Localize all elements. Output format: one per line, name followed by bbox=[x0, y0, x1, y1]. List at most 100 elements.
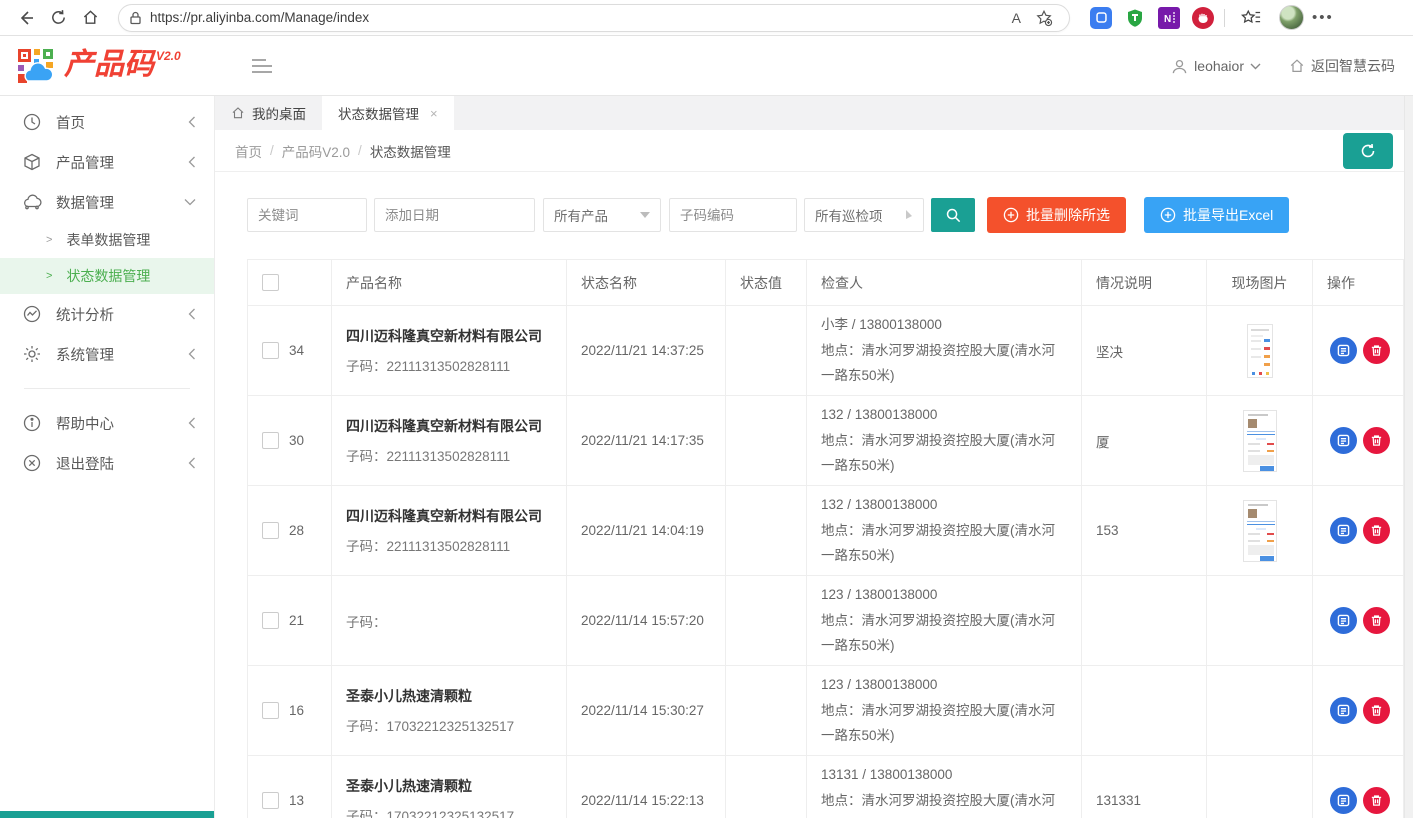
read-aloud-icon[interactable]: A bbox=[1012, 10, 1021, 26]
sidebar-item-help[interactable]: 帮助中心 bbox=[0, 403, 214, 443]
status-value bbox=[726, 756, 807, 818]
inspection-select[interactable]: 所有巡检项 bbox=[804, 198, 924, 232]
delete-row-button[interactable] bbox=[1363, 697, 1390, 724]
delete-row-button[interactable] bbox=[1363, 607, 1390, 634]
product-name: 圣泰小儿热速清颗粒 bbox=[346, 686, 514, 706]
subcode-input[interactable] bbox=[669, 198, 797, 232]
sidebar-item-logout[interactable]: 退出登陆 bbox=[0, 443, 214, 483]
product-name: 四川迈科隆真空新材料有限公司 bbox=[346, 416, 542, 436]
chevron-down-icon bbox=[184, 198, 196, 206]
return-cloud-link[interactable]: 返回智慧云码 bbox=[1289, 56, 1395, 76]
profile-avatar[interactable] bbox=[1279, 5, 1304, 30]
trash-icon bbox=[1370, 434, 1383, 447]
sidebar-divider bbox=[24, 388, 190, 389]
view-detail-button[interactable] bbox=[1330, 787, 1357, 814]
row-id: 28 bbox=[289, 523, 304, 538]
search-icon bbox=[945, 207, 962, 224]
trash-icon bbox=[1370, 614, 1383, 627]
close-tab-icon[interactable]: × bbox=[430, 106, 438, 121]
chevron-left-icon bbox=[188, 417, 196, 429]
app-version: V2.0 bbox=[156, 49, 181, 63]
view-detail-button[interactable] bbox=[1330, 697, 1357, 724]
sidebar-item-home[interactable]: 首页 bbox=[0, 102, 214, 142]
form-icon bbox=[1337, 434, 1350, 447]
app-header: 产品码 V2.0 leohaior 返回智慧云码 bbox=[0, 36, 1413, 96]
row-checkbox[interactable] bbox=[262, 522, 279, 539]
status-value bbox=[726, 666, 807, 755]
favorites-hub-icon[interactable] bbox=[1235, 4, 1267, 32]
user-menu[interactable]: leohaior bbox=[1171, 58, 1261, 75]
breadcrumb-section[interactable]: 产品码V2.0 bbox=[282, 141, 350, 161]
select-all-checkbox[interactable] bbox=[262, 274, 279, 291]
batch-delete-button[interactable]: 批量删除所选 bbox=[987, 197, 1126, 233]
sidebar-subitem-status-data[interactable]: > 状态数据管理 bbox=[0, 258, 214, 294]
refresh-icon[interactable] bbox=[42, 4, 74, 32]
collapse-menu-icon[interactable] bbox=[251, 58, 273, 74]
checker-info: 小李 / 13800138000地点：清水河罗湖投资控股大厦(清水河一路东50米… bbox=[821, 313, 1067, 388]
sidebar-item-statistics[interactable]: 统计分析 bbox=[0, 294, 214, 334]
delete-row-button[interactable] bbox=[1363, 787, 1390, 814]
keyword-input[interactable] bbox=[247, 198, 367, 232]
url-text[interactable]: https://pr.aliyinba.com/Manage/index bbox=[150, 10, 1012, 25]
table-row: 28 四川迈科隆真空新材料有限公司子码：22111313502828111 20… bbox=[248, 486, 1403, 576]
address-bar[interactable]: https://pr.aliyinba.com/Manage/index A bbox=[118, 4, 1070, 32]
row-checkbox[interactable] bbox=[262, 702, 279, 719]
column-product-name: 产品名称 bbox=[332, 260, 567, 305]
tab-status-data[interactable]: 状态数据管理 × bbox=[322, 96, 454, 130]
lock-icon[interactable] bbox=[129, 11, 142, 25]
breadcrumb-home[interactable]: 首页 bbox=[235, 141, 262, 161]
note bbox=[1082, 666, 1207, 755]
view-detail-button[interactable] bbox=[1330, 607, 1357, 634]
row-id: 34 bbox=[289, 343, 304, 358]
view-detail-button[interactable] bbox=[1330, 427, 1357, 454]
note bbox=[1082, 576, 1207, 665]
tab-my-desktop[interactable]: 我的桌面 bbox=[215, 96, 322, 130]
search-button[interactable] bbox=[931, 198, 975, 232]
back-icon[interactable] bbox=[10, 4, 42, 32]
onenote-extension-icon[interactable]: N bbox=[1158, 7, 1180, 29]
row-checkbox[interactable] bbox=[262, 432, 279, 449]
site-photo-thumbnail[interactable] bbox=[1243, 410, 1277, 472]
browser-toolbar: https://pr.aliyinba.com/Manage/index A N… bbox=[0, 0, 1413, 36]
shield-extension-icon[interactable] bbox=[1124, 7, 1146, 29]
site-photo-thumbnail[interactable] bbox=[1247, 324, 1273, 378]
adblock-extension-icon[interactable] bbox=[1192, 7, 1214, 29]
checker-info: 13131 / 13800138000地点：清水河罗湖投资控股大厦(清水河一路东… bbox=[821, 763, 1067, 818]
refresh-page-button[interactable] bbox=[1343, 133, 1393, 169]
chevron-left-icon bbox=[188, 457, 196, 469]
sidebar-subitem-form-data[interactable]: > 表单数据管理 bbox=[0, 222, 214, 258]
column-actions: 操作 bbox=[1313, 260, 1403, 305]
subcode: 子码：22111313502828111 bbox=[346, 445, 542, 465]
table-row: 16 圣泰小儿热速清颗粒子码：17032212325132517 2022/11… bbox=[248, 666, 1403, 756]
sidebar-item-system[interactable]: 系统管理 bbox=[0, 334, 214, 374]
breadcrumb-current: 状态数据管理 bbox=[370, 141, 451, 161]
subcode: 子码：22111313502828111 bbox=[346, 535, 542, 555]
chevron-left-icon bbox=[188, 308, 196, 320]
site-photo-thumbnail[interactable] bbox=[1243, 500, 1277, 562]
row-checkbox[interactable] bbox=[262, 612, 279, 629]
row-checkbox[interactable] bbox=[262, 792, 279, 809]
delete-row-button[interactable] bbox=[1363, 427, 1390, 454]
status-value bbox=[726, 576, 807, 665]
row-checkbox[interactable] bbox=[262, 342, 279, 359]
app-logo[interactable]: 产品码 V2.0 bbox=[0, 45, 181, 87]
note: 131331 bbox=[1082, 756, 1207, 818]
batch-export-button[interactable]: 批量导出Excel bbox=[1144, 197, 1289, 233]
browser-menu-icon[interactable]: ••• bbox=[1304, 9, 1342, 26]
user-icon bbox=[1171, 58, 1188, 75]
note: 153 bbox=[1082, 486, 1207, 575]
q-extension-icon[interactable] bbox=[1090, 7, 1112, 29]
sidebar-item-products[interactable]: 产品管理 bbox=[0, 142, 214, 182]
view-detail-button[interactable] bbox=[1330, 337, 1357, 364]
home-icon[interactable] bbox=[74, 4, 106, 32]
delete-row-button[interactable] bbox=[1363, 337, 1390, 364]
chevron-left-icon bbox=[188, 116, 196, 128]
product-select[interactable]: 所有产品 bbox=[543, 198, 661, 232]
page-scrollbar[interactable] bbox=[1404, 96, 1413, 818]
sidebar-item-data[interactable]: 数据管理 bbox=[0, 182, 214, 222]
date-input[interactable] bbox=[374, 198, 535, 232]
view-detail-button[interactable] bbox=[1330, 517, 1357, 544]
delete-row-button[interactable] bbox=[1363, 517, 1390, 544]
row-id: 13 bbox=[289, 793, 304, 808]
add-favorite-icon[interactable] bbox=[1035, 9, 1053, 27]
